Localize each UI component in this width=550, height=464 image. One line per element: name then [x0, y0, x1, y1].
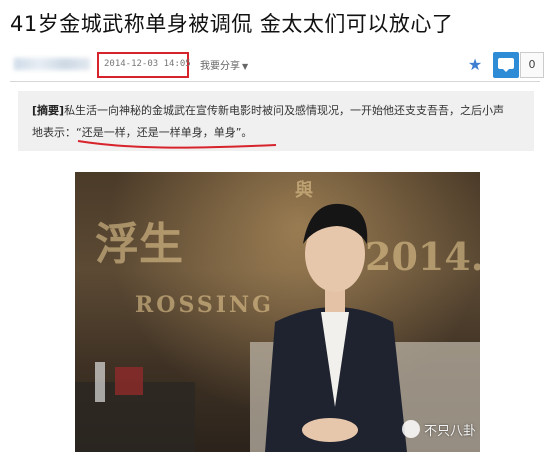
wechat-icon [402, 420, 420, 438]
star-icon[interactable]: ★ [465, 55, 485, 75]
share-label: 我要分享 [200, 61, 240, 72]
divider [10, 81, 540, 82]
comment-button[interactable] [493, 52, 519, 78]
chevron-down-icon: ▼ [242, 62, 249, 71]
watermark: 不只八卦 [424, 424, 477, 439]
person-illustration [75, 203, 480, 452]
summary-box: [摘要]私生活一向神秘的金城武在宣传新电影时被问及感情现况，一开始他还支支吾吾，… [18, 91, 534, 151]
headline: 41岁金城武称单身被调侃 金太太们可以放心了 [10, 12, 454, 36]
press-photo: 與 浮生 ROSSING 2014.12 [75, 172, 480, 452]
red-underline [77, 140, 277, 149]
publish-date: 2014-12-03 14:05 [104, 59, 191, 69]
comment-count[interactable]: 0 [520, 52, 544, 78]
blurred-author [14, 58, 90, 70]
share-dropdown[interactable]: 我要分享 ▼ [200, 57, 248, 72]
